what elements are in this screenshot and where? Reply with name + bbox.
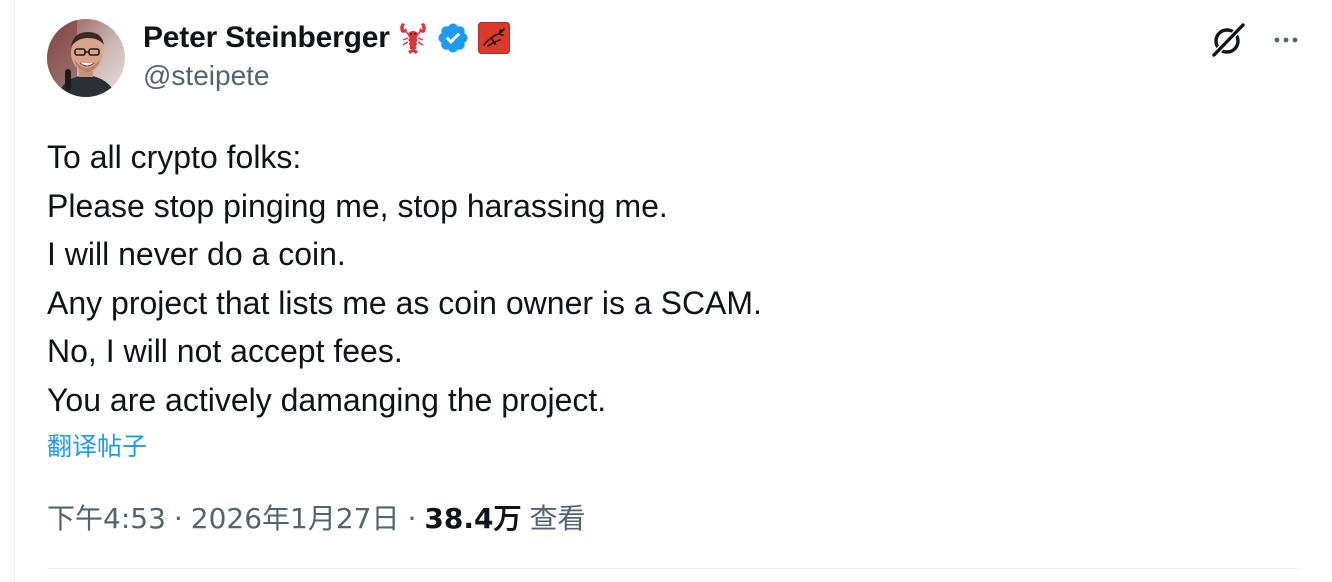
author-handle[interactable]: @steipete (143, 60, 270, 92)
tweet-time[interactable]: 下午4:53 (47, 497, 166, 537)
lobster-icon (398, 21, 428, 55)
tweet-text-line: Please stop pinging me, stop harassing m… (47, 187, 668, 224)
tweet-text-line: No, I will not accept fees. (47, 333, 403, 369)
author-avatar[interactable] (47, 19, 125, 97)
meta-separator: · (407, 502, 417, 535)
more-options-icon[interactable] (1270, 24, 1302, 56)
meta-separator: · (173, 502, 183, 535)
avatar-image (47, 19, 125, 97)
tweet-article: Peter Steinberger @steipete To all crypt… (14, 0, 1332, 582)
author-display-name[interactable]: Peter Steinberger (143, 21, 390, 55)
translate-post-link[interactable]: 翻译帖子 (47, 427, 147, 463)
tweet-meta: 下午4:53 · 2026年1月27日 · 38.4万 查看 (47, 497, 586, 537)
tweet-text: To all crypto folks: Please stop pinging… (47, 133, 1247, 424)
affiliate-badge-icon[interactable] (477, 22, 510, 54)
views-count: 38.4万 (424, 502, 522, 535)
author-name-row: Peter Steinberger (143, 18, 510, 58)
tweet-top-actions (1208, 20, 1302, 60)
tweet-text-line: You are actively damanging the project. (47, 381, 607, 418)
tweet-text-line: I will never do a coin. (47, 236, 346, 272)
tweet-text-line: To all crypto folks: (47, 139, 302, 175)
divider (47, 568, 1302, 569)
views-label: 查看 (529, 502, 586, 535)
tweet-text-line: Any project that lists me as coin owner … (47, 284, 762, 321)
grok-icon[interactable] (1208, 20, 1248, 60)
tweet-date[interactable]: 2026年1月27日 (191, 497, 400, 537)
verified-badge-icon[interactable] (436, 21, 470, 55)
